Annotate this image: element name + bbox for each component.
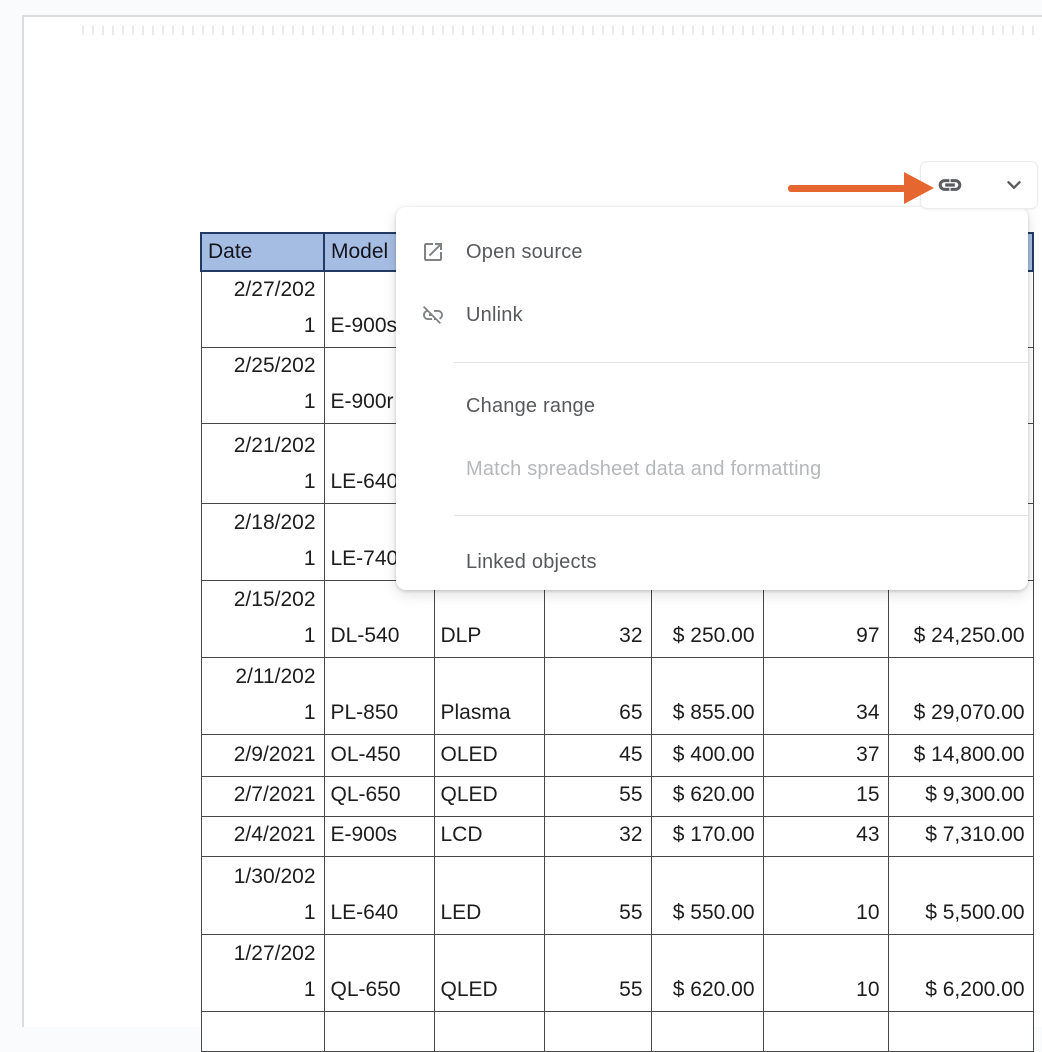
cell-size: 55	[544, 777, 651, 817]
cell-total: $ 24,250.00	[888, 581, 1033, 658]
cell-date: 1/27/2021	[201, 935, 324, 1012]
cell-price: $ 620.00	[651, 777, 763, 817]
cell-price: $ 620.00	[651, 935, 763, 1012]
cell-date: 2/11/2021	[201, 658, 324, 735]
menu-item-label: Linked objects	[466, 551, 597, 574]
cell-date: 2/4/2021	[201, 817, 324, 857]
cell-qty: 34	[763, 658, 888, 735]
cell-date: 2/9/2021	[201, 735, 324, 777]
ruler-ticks	[82, 26, 1042, 35]
cell-total: $ 14,800.00	[888, 735, 1033, 777]
cell-model: OL-450	[324, 735, 434, 777]
cell-date: 2/7/2021	[201, 777, 324, 817]
cell-model: DL-540	[324, 581, 434, 658]
cell-price	[651, 1012, 763, 1052]
cell-qty: 10	[763, 935, 888, 1012]
cell-size: 55	[544, 857, 651, 935]
linked-table-options-button[interactable]	[920, 161, 1038, 209]
cell-type: LCD	[434, 817, 544, 857]
cell-qty: 37	[763, 735, 888, 777]
cell-model: PL-850	[324, 658, 434, 735]
cell-date: 2/25/2021	[201, 348, 324, 424]
linked-table-options-menu: Open source Unlink Change range Match sp…	[396, 207, 1028, 590]
table-row: 2/11/2021PL-850Plasma65$ 855.0034$ 29,07…	[201, 658, 1033, 735]
cell-model	[324, 1012, 434, 1052]
unlink-icon	[420, 302, 446, 328]
cell-model: QL-650	[324, 777, 434, 817]
chevron-down-icon	[1003, 174, 1025, 196]
cell-model: E-900s	[324, 817, 434, 857]
annotation-arrow-head	[904, 172, 934, 204]
table-row	[201, 1012, 1033, 1052]
open-in-new-icon	[420, 239, 446, 265]
cell-size: 32	[544, 817, 651, 857]
annotation-arrow	[788, 172, 936, 204]
cell-type: OLED	[434, 735, 544, 777]
cell-size	[544, 1012, 651, 1052]
cell-type: DLP	[434, 581, 544, 658]
cell-total: $ 9,300.00	[888, 777, 1033, 817]
menu-item-label: Unlink	[466, 304, 523, 327]
cell-price: $ 400.00	[651, 735, 763, 777]
table-row: 2/15/2021DL-540DLP32$ 250.0097$ 24,250.0…	[201, 581, 1033, 658]
cell-total: $ 5,500.00	[888, 857, 1033, 935]
cell-date: 2/27/2021	[201, 271, 324, 348]
cell-total: $ 6,200.00	[888, 935, 1033, 1012]
cell-date: 2/15/2021	[201, 581, 324, 658]
cell-date: 1/30/2021	[201, 857, 324, 935]
cell-type: QLED	[434, 777, 544, 817]
cell-size: 32	[544, 581, 651, 658]
cell-total: $ 7,310.00	[888, 817, 1033, 857]
cell-price: $ 250.00	[651, 581, 763, 658]
cell-size: 65	[544, 658, 651, 735]
cell-model: LE-640	[324, 857, 434, 935]
menu-item-match-spreadsheet: Match spreadsheet data and formatting	[396, 447, 1028, 491]
cell-size: 45	[544, 735, 651, 777]
table-row: 1/30/2021LE-640LED55$ 550.0010$ 5,500.00	[201, 857, 1033, 935]
cell-qty: 43	[763, 817, 888, 857]
table-row: 1/27/2021QL-650QLED55$ 620.0010$ 6,200.0…	[201, 935, 1033, 1012]
cell-price: $ 855.00	[651, 658, 763, 735]
cell-type: Plasma	[434, 658, 544, 735]
table-row: 2/9/2021OL-450OLED45$ 400.0037$ 14,800.0…	[201, 735, 1033, 777]
menu-item-label: Open source	[466, 241, 583, 264]
menu-divider	[454, 515, 1028, 516]
menu-item-change-range[interactable]: Change range	[396, 384, 1028, 428]
cell-qty: 15	[763, 777, 888, 817]
table-row: 2/7/2021QL-650QLED55$ 620.0015$ 9,300.00	[201, 777, 1033, 817]
cell-qty: 97	[763, 581, 888, 658]
cell-size: 55	[544, 935, 651, 1012]
cell-type	[434, 1012, 544, 1052]
menu-item-linked-objects[interactable]: Linked objects	[396, 540, 1028, 584]
cell-type: LED	[434, 857, 544, 935]
cell-qty	[763, 1012, 888, 1052]
cell-total: $ 29,070.00	[888, 658, 1033, 735]
cell-date	[201, 1012, 324, 1052]
cell-price: $ 170.00	[651, 817, 763, 857]
column-header-date: Date	[201, 233, 324, 271]
menu-item-open-source[interactable]: Open source	[396, 230, 1028, 274]
annotation-arrow-shaft	[788, 185, 906, 192]
menu-divider	[454, 362, 1028, 363]
cell-date: 2/21/2021	[201, 424, 324, 504]
table-row: 2/4/2021E-900sLCD32$ 170.0043$ 7,310.00	[201, 817, 1033, 857]
cell-qty: 10	[763, 857, 888, 935]
menu-item-unlink[interactable]: Unlink	[396, 293, 1028, 337]
cell-model: QL-650	[324, 935, 434, 1012]
cell-date: 2/18/2021	[201, 504, 324, 581]
menu-item-label: Change range	[466, 395, 595, 418]
cell-type: QLED	[434, 935, 544, 1012]
cell-total	[888, 1012, 1033, 1052]
menu-item-label: Match spreadsheet data and formatting	[466, 458, 821, 481]
link-icon	[937, 172, 963, 198]
cell-price: $ 550.00	[651, 857, 763, 935]
